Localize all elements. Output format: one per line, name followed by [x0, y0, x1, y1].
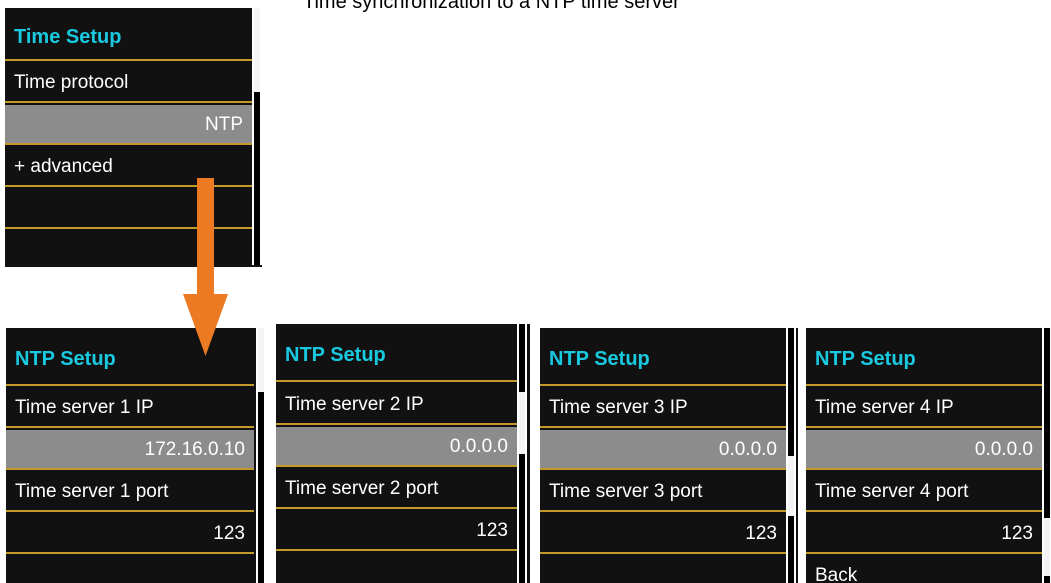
port-value[interactable]: 123	[276, 511, 517, 551]
port-value[interactable]: 123	[806, 514, 1042, 554]
ip-label[interactable]: Time server 3 IP	[540, 388, 786, 428]
screen-title: NTP Setup	[276, 332, 517, 382]
ntp-setup-screen-3: NTP Setup Time server 3 IP 0.0.0.0 Time …	[540, 328, 798, 583]
scrollbar-thumb[interactable]	[1044, 518, 1050, 576]
menu-item-time-protocol[interactable]: Time protocol	[5, 63, 252, 103]
scrollbar[interactable]	[256, 328, 264, 583]
scrollbar-thumb[interactable]	[519, 392, 525, 454]
ip-label[interactable]: Time server 2 IP	[276, 385, 517, 425]
ip-label[interactable]: Time server 1 IP	[6, 388, 254, 428]
scrollbar-thumb[interactable]	[788, 456, 794, 516]
ntp-setup-screen-2: NTP Setup Time server 2 IP 0.0.0.0 Time …	[276, 324, 530, 583]
scrollbar[interactable]	[786, 328, 796, 583]
back-menu-item[interactable]: Back	[806, 556, 1042, 583]
screen-title: Time Setup	[5, 16, 252, 61]
time-protocol-value[interactable]: NTP	[5, 105, 252, 145]
port-label[interactable]: Time server 2 port	[276, 469, 517, 509]
scrollbar[interactable]	[1042, 328, 1051, 583]
ip-value[interactable]: 0.0.0.0	[276, 427, 517, 467]
scrollbar[interactable]	[517, 324, 527, 583]
port-label[interactable]: Time server 1 port	[6, 472, 254, 512]
scrollbar-thumb[interactable]	[254, 8, 260, 92]
ip-label[interactable]: Time server 4 IP	[806, 388, 1042, 428]
last-row	[540, 556, 786, 583]
screen-title: NTP Setup	[540, 336, 786, 386]
port-label[interactable]: Time server 4 port	[806, 472, 1042, 512]
port-value[interactable]: 123	[6, 514, 254, 554]
ntp-setup-screen-1: NTP Setup Time server 1 IP 172.16.0.10 T…	[6, 328, 264, 583]
port-value[interactable]: 123	[540, 514, 786, 554]
ip-value[interactable]: 0.0.0.0	[806, 430, 1042, 470]
last-row	[276, 553, 517, 583]
scrollbar-thumb[interactable]	[258, 328, 264, 392]
port-label[interactable]: Time server 3 port	[540, 472, 786, 512]
screen-title: NTP Setup	[806, 336, 1042, 386]
down-arrow-icon	[183, 178, 228, 356]
scrollbar[interactable]	[252, 8, 262, 265]
ip-value[interactable]: 0.0.0.0	[540, 430, 786, 470]
ntp-setup-screen-4: NTP Setup Time server 4 IP 0.0.0.0 Time …	[806, 328, 1051, 583]
ip-value[interactable]: 172.16.0.10	[6, 430, 254, 470]
last-row	[6, 556, 254, 583]
caption: Time synchronization to a NTP time serve…	[303, 0, 680, 13]
